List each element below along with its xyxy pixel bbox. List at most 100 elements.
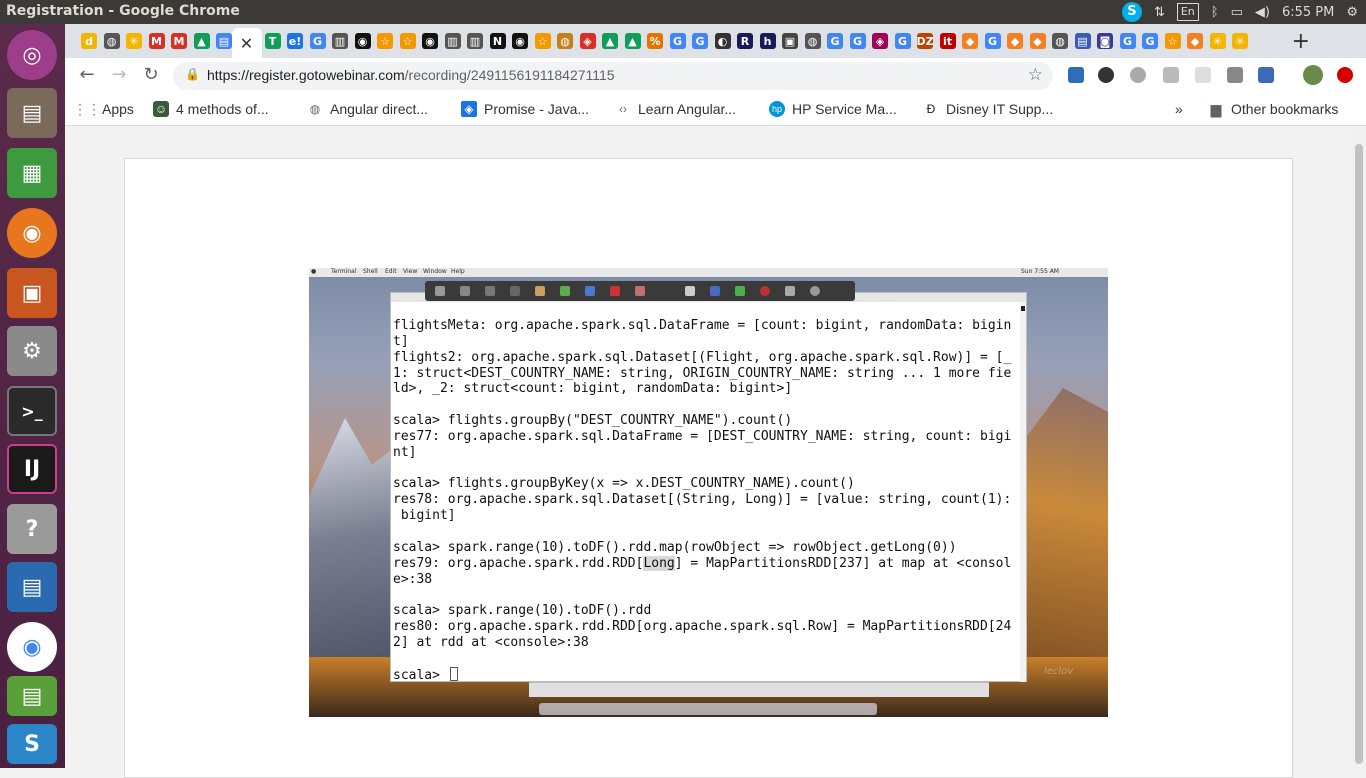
bookmark-item-0[interactable]: ☺ 4 methods of...: [153, 101, 269, 117]
url-text[interactable]: https://register.gotowebinar.com/recordi…: [207, 67, 615, 83]
battery-icon[interactable]: ▭: [1231, 5, 1243, 20]
bookmark-item-4[interactable]: hp HP Service Ma...: [769, 101, 897, 117]
bookmark-item-5[interactable]: Ɖ Disney IT Supp...: [923, 101, 1053, 117]
page-scrollbar[interactable]: [1352, 126, 1366, 768]
bluetooth-icon[interactable]: ᛒ: [1211, 5, 1219, 20]
back-arrow-icon[interactable]: ←: [75, 64, 99, 85]
avatar[interactable]: [1303, 65, 1323, 85]
recording-video[interactable]: ● Terminal Shell Edit View Window Help S…: [309, 268, 1108, 717]
tab-32[interactable]: ◍: [803, 30, 823, 52]
tab-3[interactable]: M: [147, 30, 167, 52]
tab-4[interactable]: M: [169, 30, 189, 52]
camera-icon[interactable]: [1227, 67, 1243, 83]
tab-11[interactable]: ▥: [330, 30, 350, 52]
tab-38[interactable]: it: [938, 30, 958, 52]
bookmark-item-3[interactable]: ‹› Learn Angular...: [615, 101, 736, 117]
tab-42[interactable]: ◆: [1028, 30, 1048, 52]
scrollbar-thumb[interactable]: [1355, 144, 1363, 764]
tab-8[interactable]: T: [263, 30, 283, 52]
extension-sheets-icon[interactable]: [1068, 67, 1084, 83]
tab-2[interactable]: ✳: [124, 30, 144, 52]
tab-50[interactable]: ✳: [1208, 30, 1228, 52]
tab-close-button[interactable]: ✕: [231, 28, 262, 58]
tab-29[interactable]: R: [735, 30, 755, 52]
extension-red-icon[interactable]: [1337, 67, 1353, 83]
extension-window-icon[interactable]: [1258, 67, 1274, 83]
presentation-icon[interactable]: ▣: [7, 268, 57, 318]
tab-1[interactable]: ◍: [102, 30, 122, 52]
clock[interactable]: 6:55 PM: [1282, 5, 1334, 20]
tab-41[interactable]: ◆: [1005, 30, 1025, 52]
chrome-icon[interactable]: ◉: [7, 622, 57, 672]
tab-39[interactable]: ◆: [960, 30, 980, 52]
tab-36[interactable]: G: [893, 30, 913, 52]
tab-20[interactable]: ☆: [533, 30, 553, 52]
firefox-icon[interactable]: ◉: [7, 208, 57, 258]
settings-icon[interactable]: ⚙: [7, 326, 57, 376]
tab-28[interactable]: ◐: [713, 30, 733, 52]
tab-13[interactable]: ☆: [375, 30, 395, 52]
lock-icon[interactable]: 🔒: [185, 67, 200, 81]
network-transfer-icon[interactable]: ⇅: [1154, 5, 1165, 20]
extension-hand-icon[interactable]: [1163, 67, 1179, 83]
ubuntu-dash-icon[interactable]: ◎: [7, 30, 57, 80]
files-icon[interactable]: ▤: [7, 88, 57, 138]
tab-43[interactable]: ◍: [1050, 30, 1070, 52]
intellij-icon[interactable]: IJ: [7, 444, 57, 494]
extension-paw-icon[interactable]: [1098, 67, 1114, 83]
forward-arrow-icon[interactable]: →: [107, 64, 131, 85]
tab-45[interactable]: ◙: [1095, 30, 1115, 52]
tab-23[interactable]: ▲: [600, 30, 620, 52]
help-icon[interactable]: ?: [7, 504, 57, 554]
tab-27[interactable]: G: [690, 30, 710, 52]
tab-48[interactable]: ☆: [1163, 30, 1183, 52]
bookmark-star-icon[interactable]: ☆: [1028, 65, 1043, 85]
tab-12[interactable]: ◉: [353, 30, 373, 52]
bookmark-item-2[interactable]: ◈ Promise - Java...: [461, 101, 589, 117]
tab-14[interactable]: ☆: [398, 30, 418, 52]
keyboard-layout-indicator[interactable]: En: [1176, 3, 1199, 21]
writer-icon[interactable]: ▤: [7, 562, 57, 612]
tab-19[interactable]: ◉: [510, 30, 530, 52]
tab-18[interactable]: N: [488, 30, 508, 52]
tab-33[interactable]: G: [825, 30, 845, 52]
tab-10[interactable]: G: [308, 30, 328, 52]
other-bookmarks-folder[interactable]: ▆ Other bookmarks: [1208, 101, 1339, 118]
tab-26[interactable]: G: [668, 30, 688, 52]
tab-37[interactable]: DZ: [915, 30, 935, 52]
reload-icon[interactable]: ↻: [139, 64, 163, 85]
extension-circle-icon[interactable]: [1130, 67, 1146, 83]
tab-25[interactable]: %: [645, 30, 665, 52]
tab-44[interactable]: ▤: [1073, 30, 1093, 52]
tab-35[interactable]: ◈: [870, 30, 890, 52]
tab-51[interactable]: ✳: [1230, 30, 1250, 52]
tab-5[interactable]: ▲: [192, 30, 212, 52]
skype-launcher-icon[interactable]: S: [7, 724, 57, 764]
tab-46[interactable]: G: [1118, 30, 1138, 52]
tab-31[interactable]: ▣: [780, 30, 800, 52]
tab-40[interactable]: G: [983, 30, 1003, 52]
stacked-apps-icon[interactable]: ▤: [7, 676, 57, 716]
spreadsheet-icon[interactable]: ▦: [7, 148, 57, 198]
address-bar[interactable]: 🔒 https://register.gotowebinar.com/recor…: [173, 62, 1053, 90]
tab-34[interactable]: G: [848, 30, 868, 52]
tab-30[interactable]: h: [758, 30, 778, 52]
bookmark-apps[interactable]: ⋮⋮ Apps: [73, 101, 134, 118]
tab-0[interactable]: d: [79, 30, 99, 52]
extension-grid-icon[interactable]: [1195, 67, 1211, 83]
skype-icon[interactable]: S: [1121, 2, 1142, 22]
new-tab-button[interactable]: +: [1292, 29, 1310, 54]
tab-16[interactable]: ▥: [443, 30, 463, 52]
gear-icon[interactable]: ⚙: [1346, 5, 1358, 20]
tab-21[interactable]: ◍: [555, 30, 575, 52]
tab-17[interactable]: ▥: [465, 30, 485, 52]
bookmarks-overflow-button[interactable]: »: [1175, 101, 1183, 117]
terminal-icon[interactable]: >_: [7, 386, 57, 436]
tab-15[interactable]: ◉: [420, 30, 440, 52]
volume-icon[interactable]: ◀): [1255, 5, 1270, 20]
tab-47[interactable]: G: [1140, 30, 1160, 52]
tab-22[interactable]: ◈: [578, 30, 598, 52]
bookmark-item-1[interactable]: ◍ Angular direct...: [307, 101, 428, 117]
tab-24[interactable]: ▲: [623, 30, 643, 52]
tab-9[interactable]: e!: [285, 30, 305, 52]
